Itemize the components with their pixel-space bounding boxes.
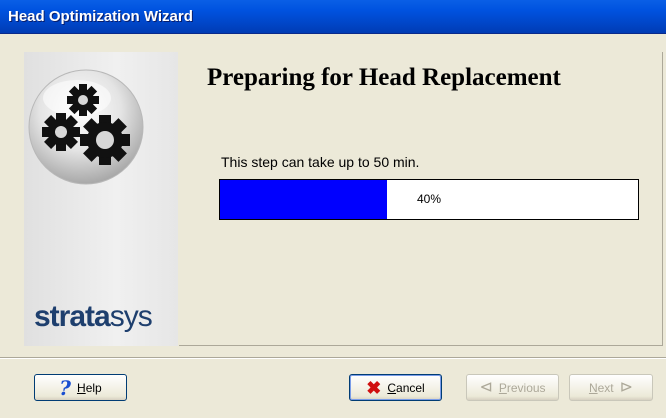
wizard-window: Head Optimization Wizard stratasys Prepa… <box>0 0 666 418</box>
window-title: Head Optimization Wizard <box>8 8 193 25</box>
progress-label: 40% <box>416 192 442 206</box>
x-icon: ✖ <box>366 377 382 398</box>
title-bar[interactable]: Head Optimization Wizard <box>0 0 666 34</box>
previous-button[interactable]: ⊲ Previous <box>466 374 559 401</box>
stratasys-logo: stratasys <box>34 300 153 334</box>
right-arrow-icon: ⊳ <box>619 378 634 396</box>
help-button[interactable]: ? Help <box>34 374 127 401</box>
left-arrow-icon: ⊲ <box>479 378 493 396</box>
logo-bold-text: strata <box>34 300 111 333</box>
step-title: Preparing for Head Replacement <box>207 64 561 91</box>
cancel-button[interactable]: ✖ Cancel <box>349 374 442 401</box>
previous-label: Previous <box>498 380 546 395</box>
branding-panel: stratasys <box>24 52 178 346</box>
step-description: This step can take up to 50 min. <box>221 154 420 170</box>
cancel-label: Cancel <box>387 380 425 395</box>
next-label: Next <box>588 380 614 395</box>
logo-thin-text: sys <box>109 300 153 333</box>
progress-bar: 40% <box>219 179 639 220</box>
separator <box>0 357 666 359</box>
help-label: Help <box>77 380 102 395</box>
gears-icon <box>28 69 144 185</box>
next-button[interactable]: Next ⊳ <box>569 374 653 401</box>
question-mark-icon: ? <box>59 375 72 400</box>
